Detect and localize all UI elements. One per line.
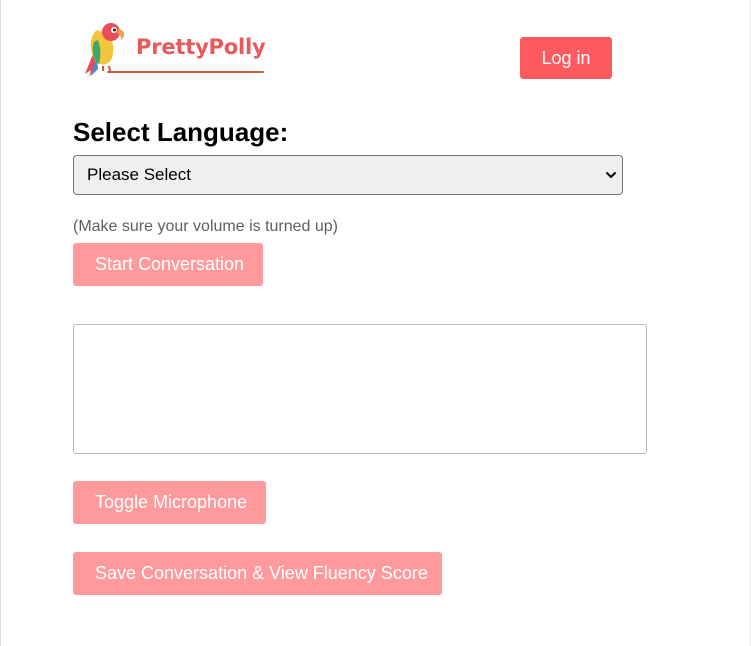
brand-name: PrettyPolly <box>136 35 266 59</box>
conversation-transcript-box[interactable] <box>73 324 647 454</box>
chevron-down-icon <box>606 172 616 178</box>
parrot-icon <box>85 23 125 77</box>
login-button[interactable]: Log in <box>520 37 612 79</box>
language-select[interactable]: Please Select <box>73 155 623 195</box>
brand-logo[interactable]: PrettyPolly <box>83 20 268 78</box>
language-select-value: Please Select <box>87 165 191 184</box>
volume-hint: (Make sure your volume is turned up) <box>73 218 338 235</box>
save-conversation-button[interactable]: Save Conversation & View Fluency Score <box>73 552 442 595</box>
select-language-title: Select Language: <box>73 117 289 147</box>
start-conversation-button[interactable]: Start Conversation <box>73 243 263 286</box>
toggle-microphone-button[interactable]: Toggle Microphone <box>73 481 266 524</box>
page: PrettyPolly Log in Select Language: Plea… <box>0 0 751 646</box>
perch-line <box>107 71 264 73</box>
